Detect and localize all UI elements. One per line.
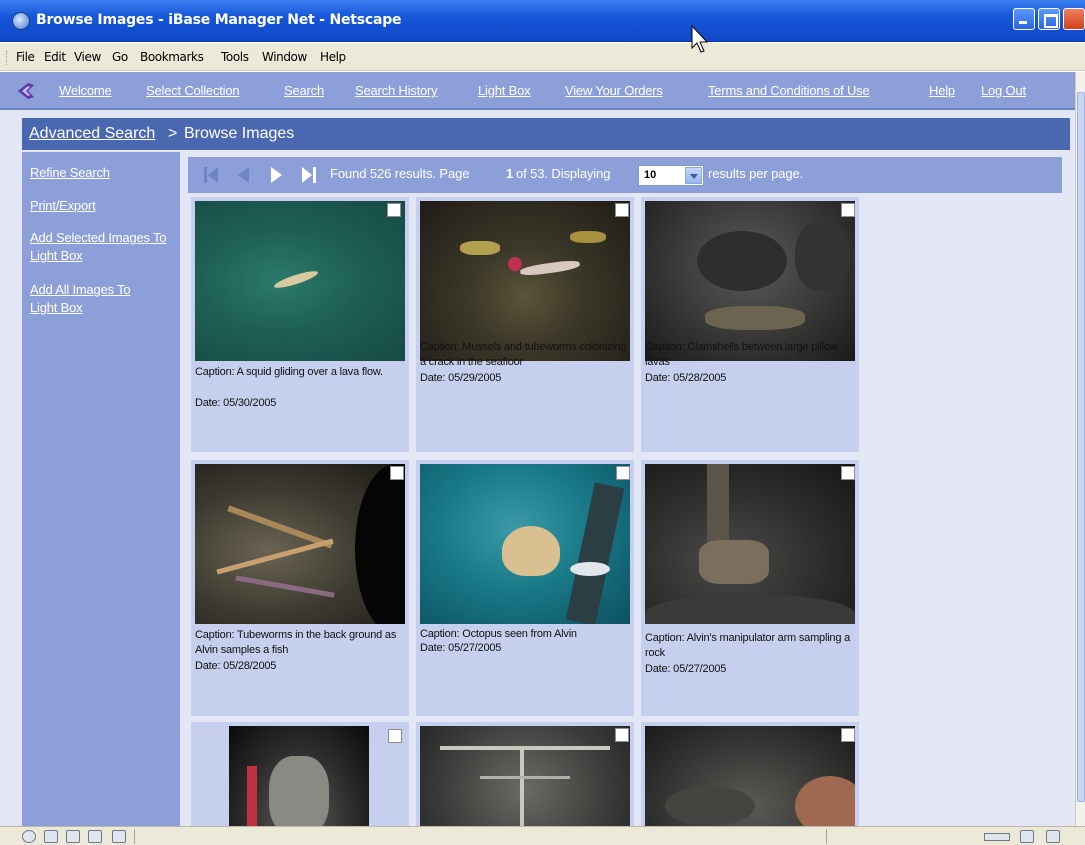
image-card: Caption: Tubeworms in the back ground as… [191,460,409,716]
addressbook-icon[interactable] [112,830,126,843]
select-checkbox[interactable] [615,203,629,217]
image-card [416,722,634,845]
breadcrumb-separator: > [168,125,178,142]
image-caption: Caption: Octopus seen from Alvin [420,628,577,640]
image-card: Caption: Clamshells between large pillow… [641,197,859,452]
chevron-down-icon[interactable] [685,167,702,184]
sidebar-refine-search[interactable]: Refine Search [30,164,178,182]
status-separator [826,829,827,844]
image-thumbnail-squid[interactable] [195,201,405,361]
image-card: Caption: Octopus seen from Alvin Date: 0… [416,460,634,716]
window-titlebar: Browse Images - iBase Manager Net - Nets… [0,0,1085,42]
breadcrumb-current: Browse Images [184,125,295,142]
image-date: Date: 05/27/2005 [420,642,502,654]
menu-tools[interactable]: Tools [221,50,249,64]
image-thumbnail-clamshells[interactable] [645,201,855,361]
composer-icon[interactable] [66,830,80,843]
select-checkbox[interactable] [390,466,404,480]
select-checkbox[interactable] [387,203,401,217]
image-thumbnail-octopus[interactable] [420,464,630,624]
image-date: Date: 05/28/2005 [645,372,727,384]
image-thumbnail-mussels[interactable] [420,201,630,361]
navigator-icon[interactable] [22,830,36,843]
menu-window[interactable]: Window [262,50,307,64]
previous-page-icon[interactable] [234,165,252,185]
nav-view-your-orders[interactable]: View Your Orders [565,83,663,98]
image-caption: Caption: Tubeworms in the back ground as… [195,629,397,656]
image-card: Caption: Alvin's manipulator arm samplin… [641,460,859,716]
select-checkbox[interactable] [841,203,855,217]
results-summary-suffix: results per page. [708,166,804,181]
nav-help[interactable]: Help [929,83,955,98]
breadcrumb-advanced-search[interactable]: Advanced Search [29,125,155,143]
image-thumbnail-manipulator[interactable] [645,464,855,624]
select-checkbox[interactable] [615,728,629,742]
security-icon [1020,830,1034,843]
current-page-number: 1 [506,166,514,181]
menu-bookmarks[interactable]: Bookmarks [140,50,204,64]
select-checkbox[interactable] [841,728,855,742]
nav-log-out[interactable]: Log Out [981,83,1026,98]
ibase-logo-icon [18,83,34,99]
menu-edit[interactable]: Edit [44,50,66,64]
nav-light-box[interactable]: Light Box [478,83,531,98]
nav-welcome[interactable]: Welcome [59,83,112,98]
select-checkbox[interactable] [841,466,855,480]
scrollbar-thumb[interactable] [1077,92,1085,802]
site-nav: Welcome Select Collection Search Search … [0,72,1075,110]
minimize-button[interactable] [1013,8,1035,30]
menu-file[interactable]: File [16,50,35,64]
image-caption: Caption: Mussels and tubeworms colonizin… [420,341,627,368]
menu-help[interactable]: Help [320,50,346,64]
maximize-button[interactable] [1038,8,1060,30]
results-summary-prefix: Found 526 results. Page [330,166,470,181]
image-date: Date: 05/28/2005 [195,660,277,672]
lock-icon [1046,830,1060,843]
image-date: Date: 05/30/2005 [195,397,277,409]
window-title: Browse Images - iBase Manager Net - Nets… [36,12,402,28]
mouse-cursor-icon [691,24,709,53]
image-card: Caption: Mussels and tubeworms colonizin… [416,197,634,452]
sidebar-add-all[interactable]: Add All Images To Light Box [30,281,160,317]
sidebar: Refine Search Print/Export Add Selected … [22,152,180,826]
results-per-page-select[interactable]: 10 [638,165,704,186]
image-caption: Caption: Clamshells between large pillow… [645,341,838,368]
first-page-icon[interactable] [202,165,220,185]
close-button[interactable] [1063,8,1085,30]
image-card: Caption: A squid gliding over a lava flo… [191,197,409,452]
nav-terms[interactable]: Terms and Conditions of Use [708,83,870,98]
last-page-icon[interactable] [300,165,318,185]
results-summary-middle: of 53. Displaying [516,166,611,181]
netscape-icon [12,12,30,30]
menu-go[interactable]: Go [112,50,128,64]
chat-icon[interactable] [88,830,102,843]
status-bar [0,826,1085,845]
vertical-scrollbar[interactable] [1075,72,1085,826]
main-area: Advanced Search > Browse Images Refine S… [0,110,1075,845]
select-checkbox[interactable] [388,729,402,743]
image-date: Date: 05/27/2005 [645,663,727,675]
connection-icon [984,833,1010,841]
image-date: Date: 05/29/2005 [420,372,502,384]
sidebar-add-selected[interactable]: Add Selected Images To Light Box [30,229,178,265]
next-page-icon[interactable] [268,165,286,185]
image-card [641,722,859,845]
image-caption: Caption: Alvin's manipulator arm samplin… [645,632,851,659]
breadcrumb: Advanced Search > Browse Images [22,118,1070,150]
nav-search[interactable]: Search [284,83,324,98]
pagination-bar: Found 526 results. Page 1 of 53. Display… [188,157,1062,193]
menu-view[interactable]: View [74,50,101,64]
sidebar-print-export[interactable]: Print/Export [30,197,178,215]
toolbar-grip [6,51,9,65]
select-checkbox[interactable] [616,466,630,480]
image-card [191,722,409,845]
menu-bar: File Edit View Go Bookmarks Tools Window… [0,43,1085,71]
image-thumbnail-tubeworms[interactable] [195,464,405,624]
results-per-page-value: 10 [644,169,657,181]
status-separator [134,829,135,844]
nav-select-collection[interactable]: Select Collection [146,83,240,98]
image-caption: Caption: A squid gliding over a lava flo… [195,366,383,378]
nav-search-history[interactable]: Search History [355,83,438,98]
mail-icon[interactable] [44,830,58,843]
